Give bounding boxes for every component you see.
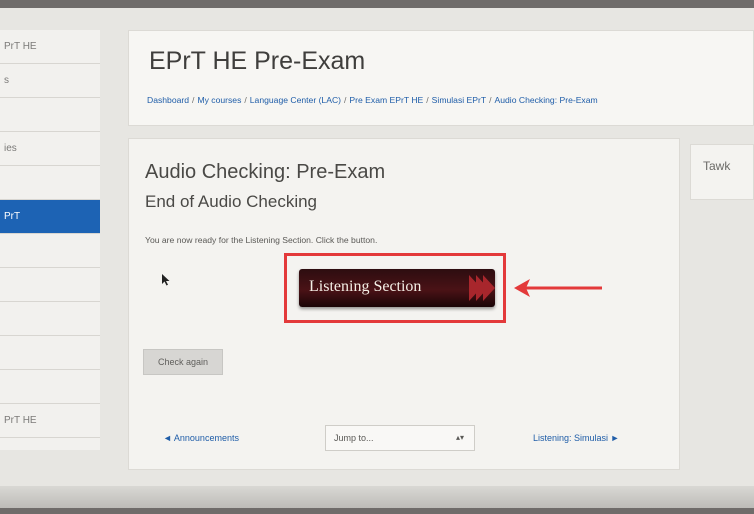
- highlight-box: Listening Section: [284, 253, 506, 323]
- sidebar-item[interactable]: [0, 166, 100, 200]
- breadcrumb-pre-exam[interactable]: Pre Exam EPrT HE: [349, 95, 423, 105]
- breadcrumb-dashboard[interactable]: Dashboard: [147, 95, 189, 105]
- breadcrumb-separator: /: [192, 95, 195, 105]
- previous-activity-link[interactable]: ◄ Announcements: [163, 433, 239, 443]
- sidebar-item[interactable]: [0, 336, 100, 370]
- listening-section-label: Listening Section: [309, 278, 422, 295]
- activity-title: Audio Checking: Pre-Exam: [145, 161, 386, 183]
- sidebar: PrT HE s ies PrT PrT HE: [0, 30, 100, 450]
- sidebar-item-participants[interactable]: s: [0, 64, 100, 98]
- breadcrumb-simulasi[interactable]: Simulasi EPrT: [432, 95, 486, 105]
- breadcrumb-separator: /: [426, 95, 429, 105]
- jump-to-value: Jump to...: [334, 433, 374, 443]
- screen: PrT HE s ies PrT PrT HE EPrT HE Pre-Exam…: [0, 8, 754, 508]
- check-again-button[interactable]: Check again: [143, 349, 223, 375]
- sidebar-item[interactable]: [0, 370, 100, 404]
- sidebar-item-competencies[interactable]: ies: [0, 132, 100, 166]
- tawk-block: Tawk: [690, 144, 754, 200]
- breadcrumb: Dashboard / My courses / Language Center (LA…: [147, 95, 598, 105]
- breadcrumb-separator: /: [489, 95, 492, 105]
- mouse-pointer-icon: [162, 273, 170, 291]
- bottom-edge: [0, 486, 754, 508]
- page-title: EPrT HE Pre-Exam: [149, 47, 366, 75]
- tawk-title: Tawk: [703, 159, 731, 173]
- sidebar-item[interactable]: [0, 98, 100, 132]
- breadcrumb-language-center[interactable]: Language Center (LAC): [250, 95, 341, 105]
- page-header: EPrT HE Pre-Exam Dashboard / My courses / La…: [128, 30, 754, 126]
- sidebar-item-eprt-he-course[interactable]: PrT HE: [0, 404, 100, 438]
- breadcrumb-separator: /: [244, 95, 247, 105]
- breadcrumb-separator: /: [344, 95, 347, 105]
- activity-navigation: ◄ Announcements Jump to... ▴▾ Listening:…: [129, 421, 681, 451]
- select-arrows-icon: ▴▾: [455, 433, 464, 442]
- red-arrow-left-icon: [512, 276, 604, 305]
- activity-subtitle: End of Audio Checking: [145, 192, 318, 211]
- next-activity-link[interactable]: Listening: Simulasi ►: [533, 433, 619, 443]
- sidebar-item[interactable]: [0, 234, 100, 268]
- sidebar-item[interactable]: [0, 268, 100, 302]
- sidebar-item-simulasi-eprt[interactable]: PrT: [0, 200, 100, 234]
- sidebar-item[interactable]: [0, 302, 100, 336]
- jump-to-select[interactable]: Jump to... ▴▾: [325, 425, 475, 451]
- sidebar-item-eprt-he[interactable]: PrT HE: [0, 30, 100, 64]
- chevron-right-icon: [483, 275, 495, 301]
- breadcrumb-my-courses[interactable]: My courses: [197, 95, 241, 105]
- breadcrumb-audio-checking[interactable]: Audio Checking: Pre-Exam: [495, 95, 598, 105]
- listening-section-button[interactable]: Listening Section: [299, 269, 495, 307]
- activity-instruction: You are now ready for the Listening Sect…: [145, 235, 378, 245]
